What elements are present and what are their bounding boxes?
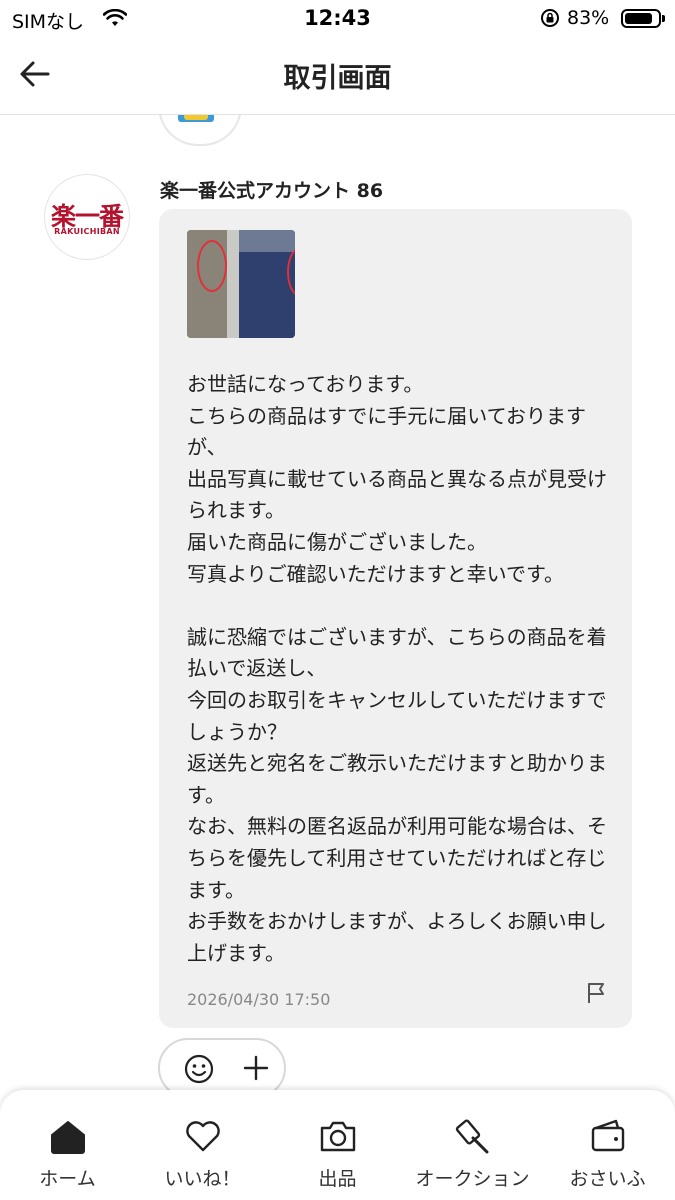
message-timestamp: 2026/04/30 17:50 (187, 990, 331, 1009)
emoji-reaction-icon[interactable] (184, 1054, 214, 1084)
nav-header: 取引画面 (0, 40, 675, 115)
home-icon (51, 1121, 85, 1154)
tab-home[interactable]: ホーム (0, 1116, 135, 1196)
tab-label: いいね！ (164, 1168, 241, 1190)
sender-logo-subtext: RAKUICHIBAN (54, 227, 120, 236)
battery-percent: 83% (567, 7, 610, 29)
battery-icon (621, 9, 665, 28)
wallet-icon (591, 1119, 625, 1152)
tab-auction[interactable]: オークション (405, 1116, 540, 1196)
sender-avatar[interactable]: 楽一番 RAKUICHIBAN (44, 174, 130, 260)
tab-sell[interactable]: 出品 (270, 1116, 405, 1196)
camera-icon (320, 1121, 356, 1152)
tab-wallet[interactable]: おさいふ (540, 1116, 675, 1196)
rotation-lock-icon (541, 9, 559, 27)
tab-label: オークション (415, 1168, 530, 1190)
reaction-pill (158, 1038, 286, 1098)
heart-icon (186, 1121, 220, 1152)
attached-photo-thumbnail[interactable] (187, 230, 295, 338)
bottom-tab-bar: ホーム いいね！ 出品 オークション おさいふ (0, 1090, 675, 1200)
tab-label: 出品 (318, 1168, 357, 1190)
tab-label: おさいふ (569, 1168, 646, 1190)
tab-label: ホーム (39, 1168, 96, 1190)
tab-likes[interactable]: いいね！ (135, 1116, 270, 1196)
message-text: お世話になっております。 こちらの商品はすでに手元に届いておりますが、 出品写真… (187, 372, 607, 965)
page-title: 取引画面 (283, 63, 392, 94)
sender-name: 楽一番公式アカウント 86 (160, 180, 384, 202)
status-bar: SIMなし 12:43 83% (0, 0, 675, 40)
auction-hammer-icon (455, 1119, 489, 1154)
add-reaction-icon[interactable] (242, 1054, 270, 1082)
message-bubble: お世話になっております。 こちらの商品はすでに手元に届いておりますが、 出品写真… (159, 209, 632, 1028)
report-flag-icon[interactable] (585, 981, 607, 1005)
